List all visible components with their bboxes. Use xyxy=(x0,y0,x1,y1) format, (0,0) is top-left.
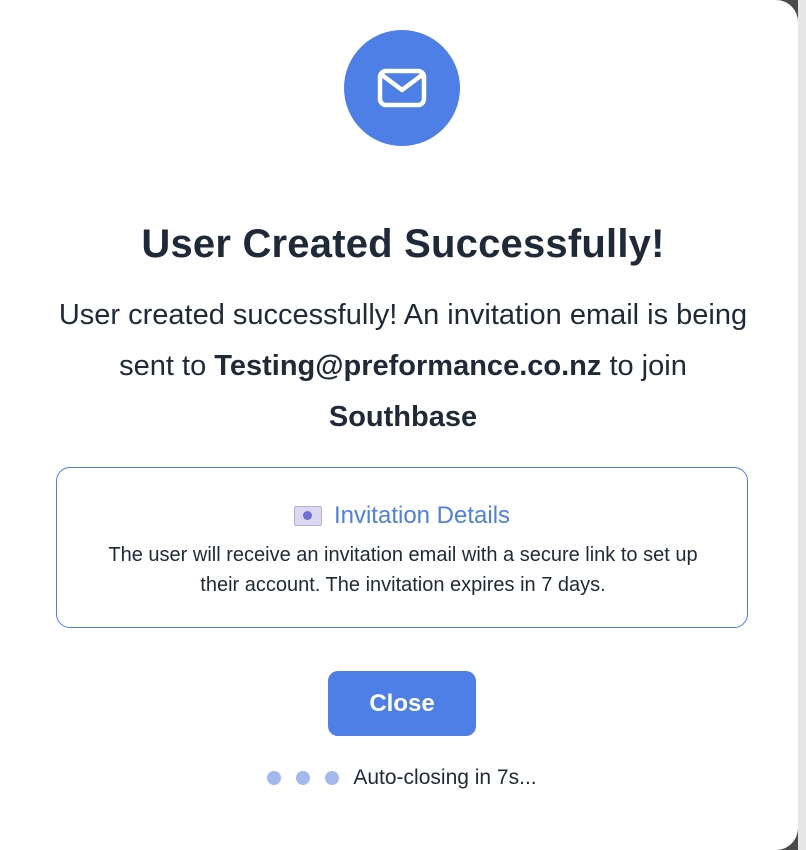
organization-name: Southbase xyxy=(328,401,478,433)
envelope-icon xyxy=(293,506,322,526)
background-edge xyxy=(798,0,806,850)
details-heading-text: Invitation Details xyxy=(333,502,511,529)
invitation-details-box: Invitation Details The user will receive… xyxy=(56,467,748,628)
loading-dots xyxy=(267,771,340,785)
details-text: The user will receive an invitation emai… xyxy=(108,544,698,596)
dialog-title: User Created Successfully! xyxy=(141,222,665,266)
auto-close-indicator: Auto-closing in 7s... xyxy=(0,766,806,790)
details-heading: Invitation Details xyxy=(57,502,747,530)
invited-email: Testing@preformance.co.nz xyxy=(214,350,602,382)
dialog-message: User created successfully! An invitation… xyxy=(50,290,756,443)
close-button[interactable]: Close xyxy=(328,671,476,736)
loading-dot xyxy=(296,771,311,785)
loading-dot xyxy=(267,771,282,785)
loading-dot xyxy=(325,771,340,785)
mail-icon xyxy=(344,30,460,146)
message-middle: to join xyxy=(609,350,687,382)
auto-close-text: Auto-closing in 7s... xyxy=(353,766,537,789)
success-dialog: User Created Successfully! User created … xyxy=(0,0,798,850)
